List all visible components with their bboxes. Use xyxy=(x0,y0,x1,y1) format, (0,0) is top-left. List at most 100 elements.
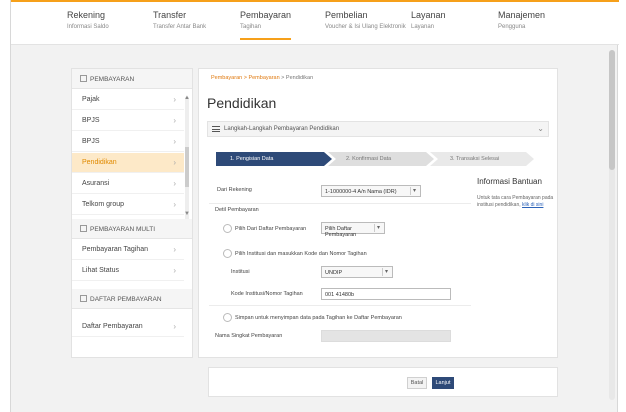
sidebar-item-label: BPJS xyxy=(82,117,100,124)
nav-subtitle: Pengguna xyxy=(498,24,526,30)
step-2-label: 2. Konfirmasi Data xyxy=(346,156,392,162)
section-label: Detil Pembayaran xyxy=(215,207,259,213)
chevron-right-icon: › xyxy=(173,137,176,146)
sidebar-item-telkom[interactable]: Telkom group › xyxy=(72,195,184,215)
nav-pembayaran[interactable]: Pembayaran Tagihan xyxy=(240,10,292,40)
sidebar-item-bpjs[interactable]: BPJS › xyxy=(72,111,184,131)
app-frame: Rekening Informasi Saldo Transfer Transf… xyxy=(10,0,619,412)
nav-manajemen[interactable]: Manajemen Pengguna xyxy=(498,10,545,40)
steps-accordion[interactable]: Langkah-Langkah Pembayaran Pendidikan ⌄ xyxy=(207,121,549,137)
daftar-pembayaran-select[interactable]: Pilih Daftar Pembayaran ▾ xyxy=(321,222,385,238)
nav-subtitle: Voucher & Isi Ulang Elektronik xyxy=(325,24,406,30)
chevron-right-icon: › xyxy=(173,179,176,188)
chevron-down-icon: ▾ xyxy=(382,268,390,276)
radio-institusi-label: Pilih Institusi dan masukkan Kode dan No… xyxy=(235,251,367,257)
sidebar-item-pendidikan[interactable]: Pendidikan › xyxy=(72,153,184,173)
radio-daftar-pembayaran[interactable] xyxy=(223,224,232,233)
info-link[interactable]: klik di sini xyxy=(522,202,543,208)
sidebar-item-daftar-pembayaran[interactable]: Daftar Pembayaran › xyxy=(72,317,184,337)
sidebar-item-bpjs-2[interactable]: BPJS › xyxy=(72,132,184,152)
chevron-right-icon: › xyxy=(173,116,176,125)
scroll-down-icon[interactable]: ▼ xyxy=(184,211,190,217)
nav-subtitle: Transfer Antar Bank xyxy=(153,24,207,30)
page-scrollbar[interactable] xyxy=(609,50,615,400)
nav-subtitle: Tagihan xyxy=(240,24,262,30)
next-button[interactable]: Lanjut xyxy=(432,377,454,389)
steps-accordion-label: Langkah-Langkah Pembayaran Pendidikan xyxy=(224,126,340,132)
top-navigation: Rekening Informasi Saldo Transfer Transf… xyxy=(11,0,619,45)
sidebar-item-label: Pajak xyxy=(82,96,100,103)
radio-institusi[interactable] xyxy=(223,249,232,258)
nav-title: Rekening xyxy=(67,10,106,20)
nav-transfer[interactable]: Transfer Transfer Antar Bank xyxy=(153,10,206,40)
sidebar-item-pembayaran-tagihan[interactable]: Pembayaran Tagihan › xyxy=(72,240,184,260)
account-select-value: 1-1000000-4 A/n Nama (IDR) xyxy=(325,189,397,195)
sidebar-item-label: Lihat Status xyxy=(82,267,119,274)
chevron-down-icon: ▾ xyxy=(410,187,418,195)
sidebar-section-label: PEMBAYARAN MULTI xyxy=(90,226,156,233)
sidebar: PEMBAYARAN Pajak › BPJS › BPJS › Pendidikan… xyxy=(71,68,193,358)
chevron-down-icon: ⌄ xyxy=(537,124,544,133)
account-select[interactable]: 1-1000000-4 A/n Nama (IDR) ▾ xyxy=(321,185,421,197)
action-bar: Batal Lanjut xyxy=(208,367,558,397)
chevron-right-icon: › xyxy=(173,322,176,331)
nav-rekening[interactable]: Rekening Informasi Saldo xyxy=(67,10,109,40)
list-icon xyxy=(80,295,87,302)
nomor-tagihan-value: 001 41480b xyxy=(325,292,355,298)
chevron-down-icon: ▾ xyxy=(374,224,382,232)
page-scrollbar-thumb[interactable] xyxy=(609,50,615,170)
nav-title: Pembelian xyxy=(325,10,368,20)
chevron-right-icon: › xyxy=(173,158,176,167)
nav-pembelian[interactable]: Pembelian Voucher & Isi Ulang Elektronik xyxy=(325,10,406,40)
sidebar-item-asuransi[interactable]: Asuransi › xyxy=(72,174,184,194)
progress-steps: 1. Pengisian Data 2. Konfirmasi Data 3. … xyxy=(216,152,534,166)
breadcrumb-link[interactable]: Pembayaran > Pembayaran xyxy=(211,75,280,81)
sidebar-item-label: Daftar Pembayaran xyxy=(82,323,143,330)
nav-title: Layanan xyxy=(411,10,446,20)
cancel-button[interactable]: Batal xyxy=(407,377,427,389)
sidebar-scrollbar-thumb[interactable] xyxy=(185,147,189,187)
divider xyxy=(209,305,471,306)
institution-label: Institusi xyxy=(231,269,250,275)
nav-title: Manajemen xyxy=(498,10,546,20)
radio-daftar-label: Pilih Dari Daftar Pembayaran xyxy=(235,226,307,232)
nav-layanan[interactable]: Layanan Layanan xyxy=(411,10,446,40)
page-title: Pendidikan xyxy=(207,95,277,111)
sidebar-section-label: PEMBAYARAN xyxy=(90,76,135,83)
info-heading: Informasi Bantuan xyxy=(477,177,542,186)
checkbox-simpan[interactable] xyxy=(223,313,232,322)
sidebar-section-label: DAFTAR PEMBAYARAN xyxy=(90,296,162,303)
nick-input[interactable] xyxy=(321,330,451,342)
step-3-label: 3. Transaksi Selesai xyxy=(450,156,500,162)
sidebar-scrollbar[interactable] xyxy=(185,97,189,219)
nav-title: Transfer xyxy=(153,10,187,20)
breadcrumb-current: > Pendidikan xyxy=(279,75,314,81)
nomor-label: Kode Institusi/Nomor Tagihan xyxy=(231,291,303,297)
info-text: Untuk tata cara Pembayaran pada institus… xyxy=(477,195,555,209)
nav-title: Pembayaran xyxy=(240,10,292,20)
chevron-right-icon: › xyxy=(173,200,176,209)
sidebar-item-lihat-status[interactable]: Lihat Status › xyxy=(72,261,184,281)
daftar-select-value: Pilih Daftar Pembayaran xyxy=(325,226,357,238)
scroll-up-icon[interactable]: ▲ xyxy=(184,95,190,101)
sidebar-section-daftar: DAFTAR PEMBAYARAN xyxy=(72,289,192,309)
nav-subtitle: Layanan xyxy=(411,24,435,30)
nomor-tagihan-input[interactable]: 001 41480b xyxy=(321,288,451,300)
payment-icon xyxy=(80,75,87,82)
chevron-right-icon: › xyxy=(173,266,176,275)
sidebar-item-label: Pendidikan xyxy=(82,159,117,166)
menu-icon xyxy=(212,126,220,132)
divider xyxy=(209,203,471,204)
sidebar-item-label: Telkom group xyxy=(82,201,125,208)
sidebar-item-label: BPJS xyxy=(82,138,100,145)
step-1-label: 1. Pengisian Data xyxy=(230,156,274,162)
nav-subtitle: Informasi Saldo xyxy=(67,24,109,30)
account-label: Dari Rekening xyxy=(217,187,252,193)
sidebar-section-pembayaran: PEMBAYARAN xyxy=(72,69,192,89)
sidebar-item-pajak[interactable]: Pajak › xyxy=(72,90,184,110)
institution-select-value: UNDIP xyxy=(325,270,343,276)
sidebar-section-multi: PEMBAYARAN MULTI xyxy=(72,219,192,239)
institution-select[interactable]: UNDIP ▾ xyxy=(321,266,393,278)
multi-payment-icon xyxy=(80,225,87,232)
breadcrumb: Pembayaran > Pembayaran > Pendidikan xyxy=(211,75,313,81)
